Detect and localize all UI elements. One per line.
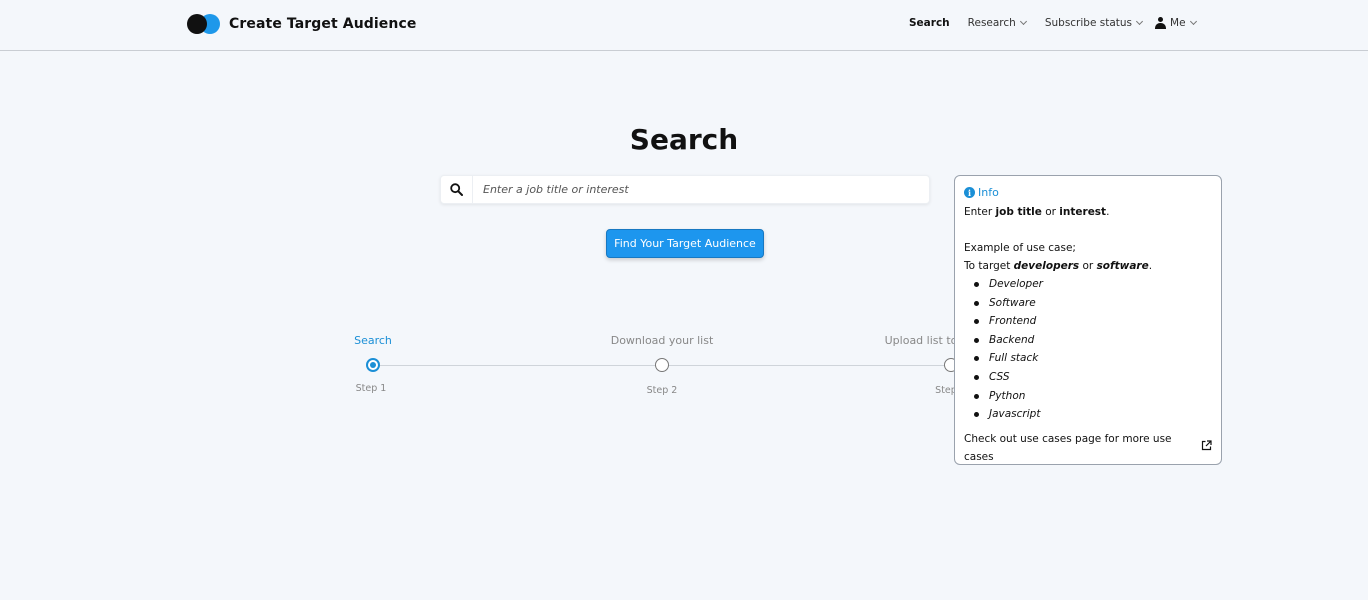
chevron-down-icon — [1189, 17, 1197, 26]
brand-name: Create Target Audience — [229, 16, 417, 32]
list-item: Software — [970, 294, 1212, 313]
info-target-line: To target developers or software. — [964, 260, 1153, 272]
page-title: Search — [629, 123, 739, 156]
info-popover: i Info Enter job title or interest. Exam… — [954, 175, 1222, 465]
step-3-title: Upload list to — [884, 334, 958, 347]
nav-research-label: Research — [967, 17, 1016, 29]
use-cases-link-label: Check out use cases page for more use ca… — [964, 432, 1172, 463]
nav-me-label: Me — [1170, 17, 1186, 29]
nav-research-dropdown[interactable]: Research — [967, 17, 1027, 29]
chevron-down-icon — [1019, 17, 1027, 26]
step-1-label: Step 1 — [355, 383, 387, 394]
info-heading-label: Info — [978, 186, 999, 199]
list-item: Full stack — [970, 349, 1212, 368]
nav-search[interactable]: Search — [909, 17, 950, 29]
use-cases-link[interactable]: Check out use cases page for more use ca… — [964, 430, 1212, 466]
chevron-down-icon — [1135, 17, 1144, 26]
step-2-label: Step 2 — [646, 385, 678, 396]
info-heading: i Info — [964, 186, 1212, 199]
step-2-title: Download your list — [610, 334, 714, 347]
search-box — [440, 175, 930, 204]
list-item: Backend — [970, 331, 1212, 350]
step-2-indicator[interactable] — [655, 358, 669, 372]
list-item: Python — [970, 387, 1212, 406]
software-term: software — [1096, 260, 1149, 272]
nav-subscribe-label: Subscribe status — [1044, 17, 1133, 29]
user-icon — [1155, 17, 1167, 29]
interest-term: interest — [1059, 206, 1107, 218]
list-item: Javascript — [970, 405, 1212, 424]
external-link-icon — [1201, 439, 1212, 457]
nav-me-dropdown[interactable]: Me — [1155, 17, 1197, 29]
info-instruction: Enter job title or interest. — [964, 206, 1110, 218]
nav-links: Search Research Subscribe status Me — [909, 15, 1197, 31]
search-input[interactable] — [473, 176, 929, 203]
example-list: Developer Software Frontend Backend Full… — [970, 275, 1212, 424]
list-item: CSS — [970, 368, 1212, 387]
list-item: Developer — [970, 275, 1212, 294]
navbar: Create Target Audience Search Research S… — [0, 0, 1368, 51]
step-1-indicator[interactable] — [366, 358, 380, 372]
find-target-audience-button[interactable]: Find Your Target Audience — [606, 229, 764, 258]
job-title-term: job title — [995, 206, 1042, 218]
brand-logo-icon — [187, 13, 221, 35]
info-example-heading: Example of use case; — [964, 242, 1076, 254]
info-icon: i — [964, 187, 975, 198]
brand-link[interactable]: Create Target Audience — [187, 12, 416, 36]
search-icon — [441, 176, 473, 203]
list-item: Frontend — [970, 312, 1212, 331]
nav-subscribe-dropdown[interactable]: Subscribe status — [1044, 17, 1144, 29]
developers-term: developers — [1013, 260, 1080, 272]
step-1-title: Search — [354, 334, 392, 347]
